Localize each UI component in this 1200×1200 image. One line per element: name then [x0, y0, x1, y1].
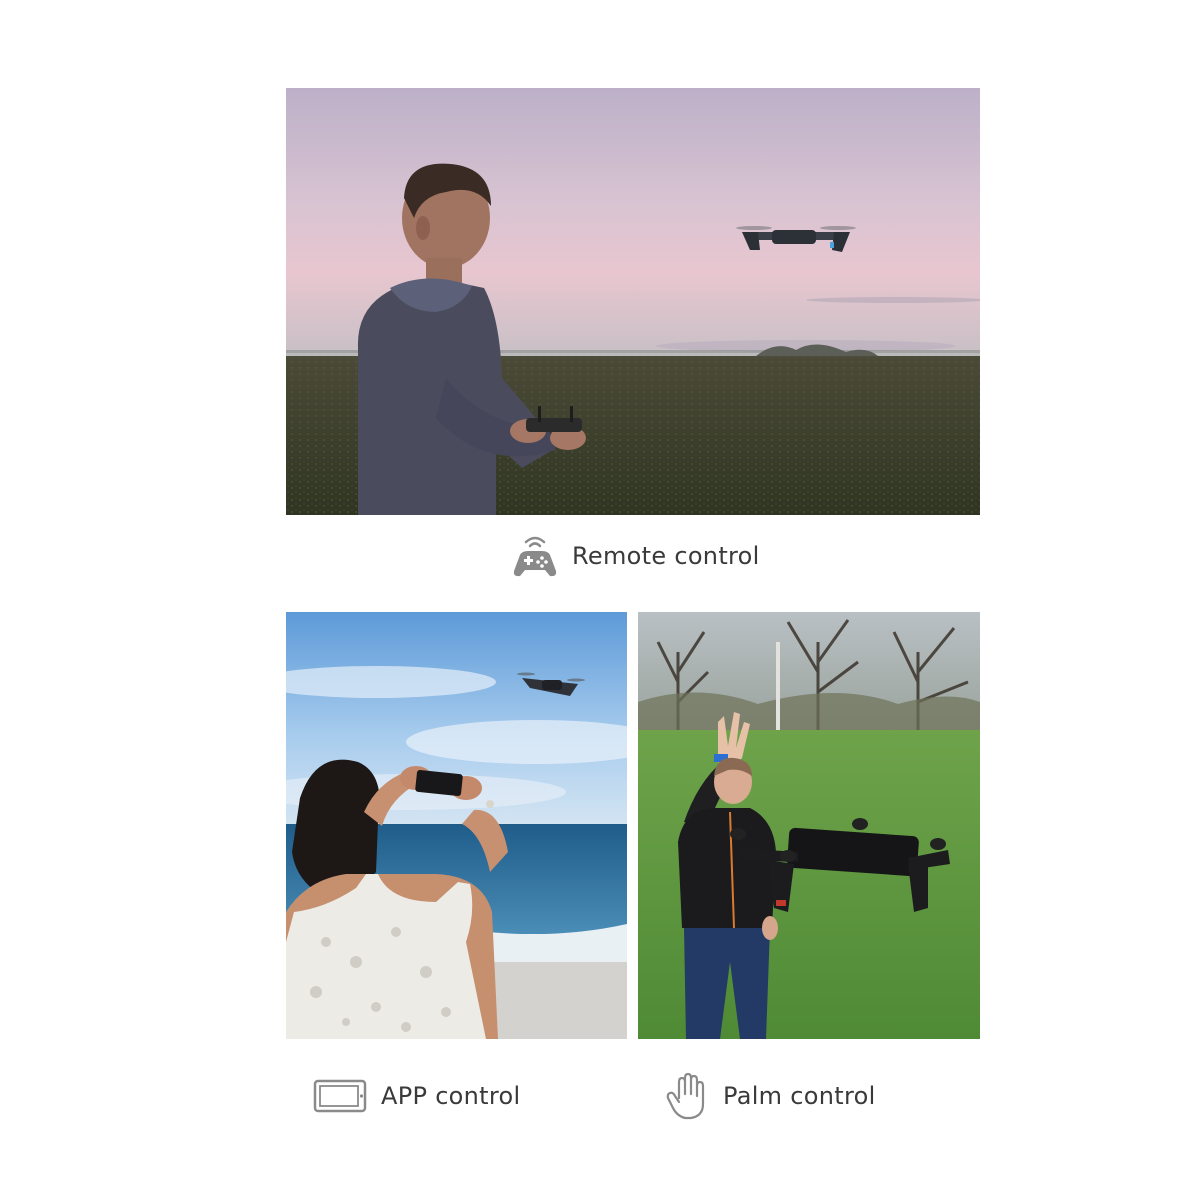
remote-control-caption: Remote control: [512, 532, 760, 580]
gamepad-icon: [512, 533, 558, 579]
remote-control-photo: [286, 88, 980, 515]
app-control-caption: APP control: [313, 1072, 520, 1120]
palm-control-label: Palm control: [723, 1082, 876, 1110]
palm-control-photo: [638, 612, 980, 1039]
app-control-photo: [286, 612, 627, 1039]
hand-icon: [665, 1072, 709, 1120]
palm-control-caption: Palm control: [665, 1072, 876, 1120]
app-control-label: APP control: [381, 1082, 521, 1110]
tablet-icon: [313, 1078, 367, 1114]
remote-control-label: Remote control: [572, 542, 760, 570]
